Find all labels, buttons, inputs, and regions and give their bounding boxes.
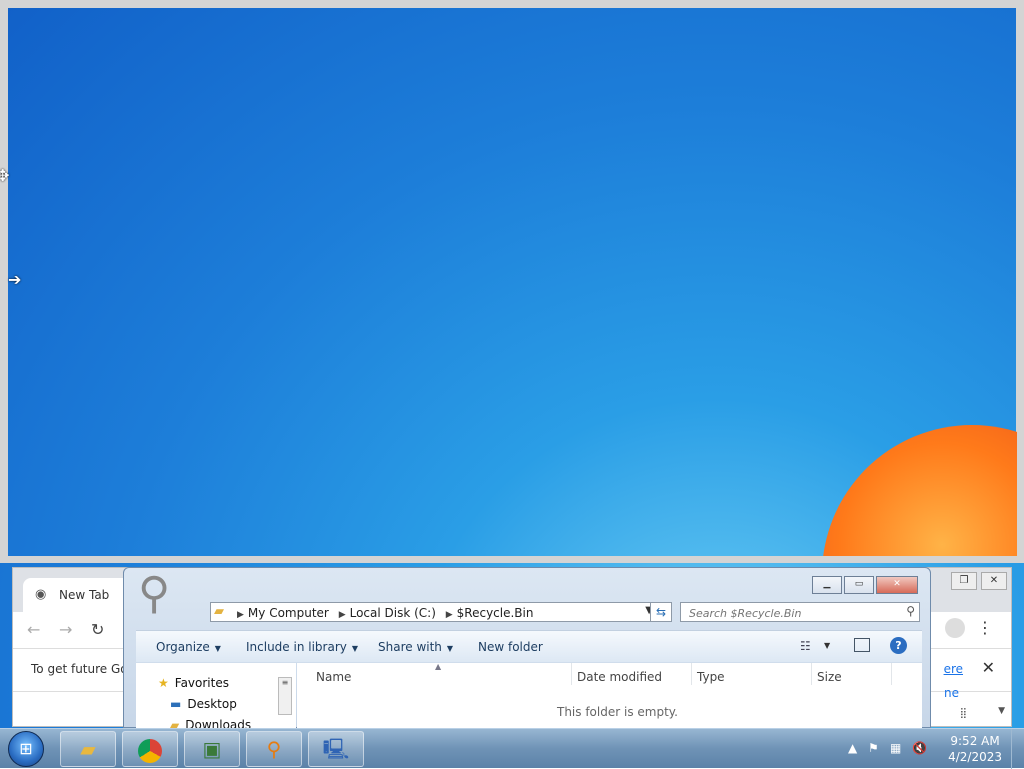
taskbar-explorer-folder-icon[interactable]: ▰ (60, 731, 116, 767)
explorer-window: ⚲ ▁ ▭ ✕ ▰ ▶ My Computer ▶ Local Disk (C:) … (123, 567, 931, 732)
explorer-minimize-button[interactable]: ▁ (812, 576, 842, 594)
nav-desktop-label: Desktop (187, 697, 237, 711)
chrome-back-icon[interactable]: ← (27, 620, 40, 639)
breadcrumb-chevron-icon[interactable]: ▶ (339, 610, 346, 620)
address-bar[interactable]: ▰ ▶ My Computer ▶ Local Disk (C:) ▶ $Recycl… (210, 602, 658, 622)
windows-orb-icon[interactable]: ⊞ (8, 731, 44, 767)
explorer-maximize-button[interactable]: ▭ (844, 576, 874, 594)
column-header-size[interactable]: Size (817, 670, 842, 684)
navigation-pane: ★ Favorites ▬ Desktop ▰ Downloads ≡ (136, 663, 296, 732)
column-header-name[interactable]: Name (316, 670, 351, 684)
include-in-library-label: Include in library (246, 640, 347, 654)
chrome-lower-link[interactable]: ne (944, 686, 959, 700)
chrome-infobar-message: To get future Go (31, 662, 128, 676)
move-cursor-icon: ✥ (0, 166, 10, 185)
folder-icon: ▰ (214, 604, 224, 619)
chrome-infobar-close-icon[interactable]: ✕ (982, 658, 995, 677)
preview-pane-icon[interactable] (854, 638, 870, 652)
help-icon[interactable]: ? (890, 637, 907, 654)
breadcrumb-chevron-icon[interactable]: ▶ (446, 610, 453, 620)
taskbar-chrome-icon[interactable] (122, 731, 178, 767)
organize-label: Organize (156, 640, 210, 654)
breadcrumb: ▶ My Computer ▶ Local Disk (C:) ▶ $Recycle.… (235, 606, 537, 620)
taskbar-monitor-icon[interactable]: ▣ (184, 731, 240, 767)
breadcrumb-my-computer[interactable]: My Computer (248, 606, 329, 620)
taskbar-magnifier-icon[interactable]: ⚲ (246, 731, 302, 767)
chrome-tab-title: New Tab (59, 588, 110, 602)
breadcrumb-local-disk[interactable]: Local Disk (C:) (350, 606, 436, 620)
chrome-close-button[interactable]: ✕ (981, 572, 1007, 590)
file-list: ▲ Name Date modified Type Size This fold… (297, 662, 922, 729)
clock-date: 4/2/2023 (948, 750, 1002, 764)
command-bar: Organize ▼ Include in library ▼ Share with… (136, 630, 922, 662)
chrome-infobar-link[interactable]: ere (944, 662, 963, 676)
refresh-button[interactable]: ⇆ (650, 602, 672, 622)
share-with-button[interactable]: Share with ▼ (378, 640, 453, 654)
breadcrumb-recycle-bin[interactable]: $Recycle.Bin (457, 606, 534, 620)
chrome-reload-icon[interactable]: ↻ (91, 620, 104, 639)
show-hidden-icons-icon[interactable]: ▲ (848, 741, 857, 755)
column-header-type[interactable]: Type (697, 670, 725, 684)
include-in-library-button[interactable]: Include in library ▼ (246, 640, 358, 654)
search-input[interactable] (687, 604, 896, 622)
network-icon[interactable]: ▦ (890, 741, 901, 755)
action-center-flag-icon[interactable]: ⚑ (868, 741, 879, 755)
clock-time: 9:52 AM (950, 734, 1000, 748)
nav-item-favorites[interactable]: ★ Favorites (158, 676, 229, 690)
chrome-profile-avatar[interactable] (945, 618, 965, 638)
wallpaper-balloon (812, 425, 1017, 556)
chrome-favicon-icon: ◉ (35, 587, 47, 602)
resize-cursor-icon: ➔ (8, 270, 22, 289)
searching-magnifier-icon: ⚲ (138, 568, 171, 619)
desktop-icon: ▬ (170, 697, 182, 711)
taskbar-computer-icon[interactable]: 🖳 (308, 731, 364, 767)
change-view-icon[interactable]: ☷ (800, 639, 811, 653)
chrome-scroll-down-icon[interactable]: ▼ (998, 706, 1005, 716)
view-options-dropdown-icon[interactable]: ▼ (824, 641, 830, 650)
explorer-close-button[interactable]: ✕ (876, 576, 918, 594)
volume-muted-icon[interactable]: 🔇 (912, 741, 927, 755)
breadcrumb-chevron-icon[interactable]: ▶ (237, 610, 244, 620)
taskbar: ⊞ ▰ ▣ ⚲ 🖳 ▲ ⚑ ▦ 🔇 9:52 AM 4/2/2023 (0, 728, 1024, 769)
organize-button[interactable]: Organize ▼ (156, 640, 221, 654)
search-icon[interactable]: ⚲ (906, 604, 915, 618)
column-divider[interactable] (571, 663, 572, 685)
nav-scrollbar[interactable]: ≡ (278, 677, 292, 715)
column-divider[interactable] (891, 663, 892, 685)
column-header-date-modified[interactable]: Date modified (577, 670, 662, 684)
nav-item-desktop[interactable]: ▬ Desktop (170, 697, 237, 711)
chrome-menu-icon[interactable]: ⋮ (977, 618, 993, 637)
chrome-forward-icon[interactable]: → (59, 620, 72, 639)
chrome-apps-grid-icon[interactable]: ⣿ (960, 708, 967, 719)
system-clock[interactable]: 9:52 AM 4/2/2023 (948, 733, 1002, 765)
column-divider[interactable] (691, 663, 692, 685)
explorer-window-controls: ▁ ▭ ✕ (812, 576, 918, 594)
share-with-label: Share with (378, 640, 442, 654)
show-desktop-button[interactable] (1011, 729, 1024, 769)
new-folder-button[interactable]: New folder (478, 640, 543, 654)
chrome-restore-button[interactable]: ❐ (951, 572, 977, 590)
star-icon: ★ (158, 676, 169, 690)
sort-ascending-icon: ▲ (435, 662, 442, 671)
empty-folder-message: This folder is empty. (557, 705, 678, 719)
column-divider[interactable] (811, 663, 812, 685)
search-box: ⚲ (680, 602, 920, 622)
nav-favorites-label: Favorites (174, 676, 229, 690)
